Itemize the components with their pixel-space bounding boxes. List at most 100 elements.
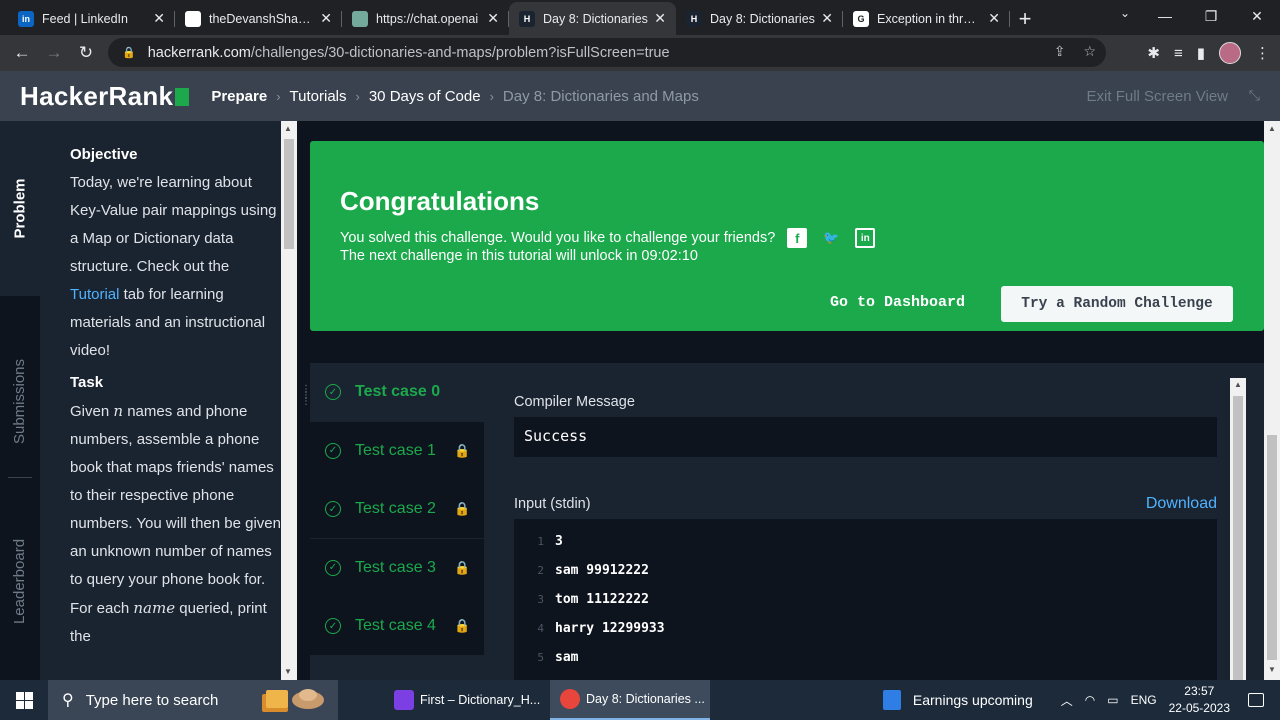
minimize-button[interactable]: — <box>1142 0 1188 32</box>
close-tab-icon[interactable]: ✕ <box>153 10 165 27</box>
rail-divider <box>8 477 32 478</box>
tab-submissions[interactable]: Submissions <box>0 316 40 486</box>
taskbar-app[interactable]: First – Dictionary_H... <box>384 680 544 720</box>
hackerrank-logo[interactable]: HackerRank <box>20 81 190 112</box>
browser-menu-icon[interactable]: ⋮ <box>1255 44 1270 62</box>
side-panel-icon[interactable]: ▮ <box>1197 44 1205 62</box>
results-scrollbar[interactable]: ▲ <box>1230 378 1246 680</box>
battery-icon[interactable]: ▭ <box>1107 693 1118 707</box>
search-highlight-illustration-icon <box>262 689 324 712</box>
close-tab-icon[interactable]: ✕ <box>988 10 1000 27</box>
line-number: 5 <box>537 651 544 664</box>
download-link[interactable]: Download <box>1146 495 1217 513</box>
browser-tab[interactable]: https://chat.openai ✕ <box>342 2 509 35</box>
facebook-icon[interactable]: f <box>787 228 808 248</box>
browser-tab[interactable]: H Day 8: Dictionaries ✕ <box>676 2 843 35</box>
browser-tab[interactable]: in Feed | LinkedIn ✕ <box>8 2 175 35</box>
restore-button[interactable]: ❐ <box>1188 0 1234 32</box>
scroll-up-arrow-icon[interactable]: ▲ <box>1268 124 1276 133</box>
math-variable: n <box>113 402 124 420</box>
linkedin-icon[interactable]: in <box>855 228 876 248</box>
windows-logo-icon <box>15 691 33 709</box>
scrollbar-thumb[interactable] <box>1233 396 1243 680</box>
extensions-icon[interactable]: ✱ <box>1147 44 1160 62</box>
test-case-tab[interactable]: ✓ Test case 0 <box>310 363 484 421</box>
close-tab-icon[interactable]: ✕ <box>320 10 332 27</box>
test-case-tab[interactable]: ✓ Test case 4 🔒 <box>310 597 484 655</box>
search-placeholder: Type here to search <box>85 691 219 709</box>
bookmark-star-icon[interactable]: ☆ <box>1083 43 1096 60</box>
taskbar-search[interactable]: ⚲ Type here to search <box>48 680 338 720</box>
page-scrollbar[interactable]: ▲ ▼ <box>1264 121 1280 680</box>
close-tab-icon[interactable]: ✕ <box>654 10 666 27</box>
browser-tab[interactable]: H Day 8: Dictionaries ✕ <box>509 2 676 35</box>
test-case-tab[interactable]: ✓ Test case 2 🔒 <box>310 480 484 538</box>
share-icon[interactable]: ⇪ <box>1054 43 1066 60</box>
breadcrumb-tutorials[interactable]: Tutorials <box>290 88 347 105</box>
forward-button[interactable]: → <box>38 43 70 63</box>
scroll-down-arrow-icon[interactable]: ▼ <box>1268 665 1276 674</box>
logo-block-icon <box>175 88 190 106</box>
media-control-icon[interactable]: ≡ <box>1174 45 1183 62</box>
wifi-icon[interactable]: ◠ <box>1085 693 1095 707</box>
chevron-right-icon: › <box>276 88 281 104</box>
close-tab-icon[interactable]: ✕ <box>487 10 499 27</box>
language-indicator[interactable]: ENG <box>1131 693 1157 707</box>
chevron-up-icon[interactable]: ︿ <box>1061 692 1073 709</box>
taskbar-apps: First – Dictionary_H... Day 8: Dictionari… <box>378 680 710 720</box>
twitter-icon[interactable]: 🐦 <box>821 228 841 248</box>
browser-toolbar: ← → ↻ 🔒 hackerrank.com/challenges/30-dic… <box>0 35 1280 71</box>
browser-tab[interactable]: G Exception in thread ✕ <box>843 2 1010 35</box>
exit-fullscreen-link[interactable]: Exit Full Screen View <box>1087 88 1228 105</box>
tutorial-link[interactable]: Tutorial <box>70 286 119 303</box>
line-text: harry 12299933 <box>555 621 665 636</box>
line-number: 4 <box>537 622 544 635</box>
reload-button[interactable]: ↻ <box>70 43 102 63</box>
close-window-button[interactable]: ✕ <box>1234 0 1280 32</box>
address-bar[interactable]: 🔒 hackerrank.com/challenges/30-dictionar… <box>108 38 1106 67</box>
math-variable: name <box>133 599 176 617</box>
random-challenge-button[interactable]: Try a Random Challenge <box>1001 286 1233 322</box>
back-button[interactable]: ← <box>6 43 38 63</box>
test-case-tab[interactable]: ✓ Test case 3 🔒 <box>310 538 484 597</box>
input-line: 2 sam 99912222 <box>514 556 649 585</box>
panel-resize-handle[interactable]: ⋮ ⋮ ⋮ <box>301 385 311 417</box>
notification-icon[interactable] <box>1248 693 1264 707</box>
new-tab-button[interactable]: + <box>1010 2 1040 35</box>
scrollbar-thumb[interactable] <box>1267 435 1277 660</box>
taskbar-clock[interactable]: 23:57 22-05-2023 <box>1169 683 1230 717</box>
check-circle-icon: ✓ <box>325 442 341 459</box>
browser-tab[interactable]: theDevanshShah/D ✕ <box>175 2 342 35</box>
input-line: 5 sam <box>514 643 578 672</box>
profile-avatar[interactable] <box>1219 42 1241 64</box>
tab-search-icon[interactable]: ⌄ <box>1120 6 1130 20</box>
test-case-tab[interactable]: ✓ Test case 1 🔒 <box>310 421 484 480</box>
close-tab-icon[interactable]: ✕ <box>821 10 833 27</box>
news-widget[interactable]: Earnings upcoming <box>882 690 1033 710</box>
tab-leaderboard[interactable]: Leaderboard <box>0 496 40 666</box>
breadcrumb-current: Day 8: Dictionaries and Maps <box>502 87 699 105</box>
collapse-icon[interactable]: ⤡ <box>1249 87 1260 104</box>
taskbar-app[interactable]: Day 8: Dictionaries ... <box>550 680 710 720</box>
line-text: 3 <box>555 534 563 549</box>
main-area: Congratulations You solved this challeng… <box>297 121 1264 689</box>
test-case-label: Test case 3 <box>355 558 436 576</box>
task-text-part: names and phone numbers, assemble a phon… <box>70 403 281 617</box>
tab-problem[interactable]: Problem <box>0 121 40 296</box>
news-text: Earnings upcoming <box>912 692 1033 708</box>
breadcrumb-30-days[interactable]: 30 Days of Code <box>369 88 481 105</box>
problem-scrollbar[interactable]: ▲ ▼ <box>281 121 297 680</box>
test-case-label: Test case 2 <box>355 500 436 517</box>
scroll-up-arrow-icon[interactable]: ▲ <box>1234 380 1242 389</box>
social-share: f 🐦 in <box>787 228 876 248</box>
scrollbar-thumb[interactable] <box>284 139 294 249</box>
lock-icon: 🔒 <box>122 47 136 59</box>
scroll-up-arrow-icon[interactable]: ▲ <box>284 124 292 133</box>
go-to-dashboard-button[interactable]: Go to Dashboard <box>830 294 965 311</box>
scroll-down-arrow-icon[interactable]: ▼ <box>284 667 292 676</box>
windows-start-button[interactable] <box>0 691 48 709</box>
input-line: 3 tom 11122222 <box>514 585 649 614</box>
tab-title: Exception in thread <box>877 11 983 26</box>
news-icon <box>882 690 901 710</box>
breadcrumb-prepare[interactable]: Prepare <box>211 88 267 105</box>
